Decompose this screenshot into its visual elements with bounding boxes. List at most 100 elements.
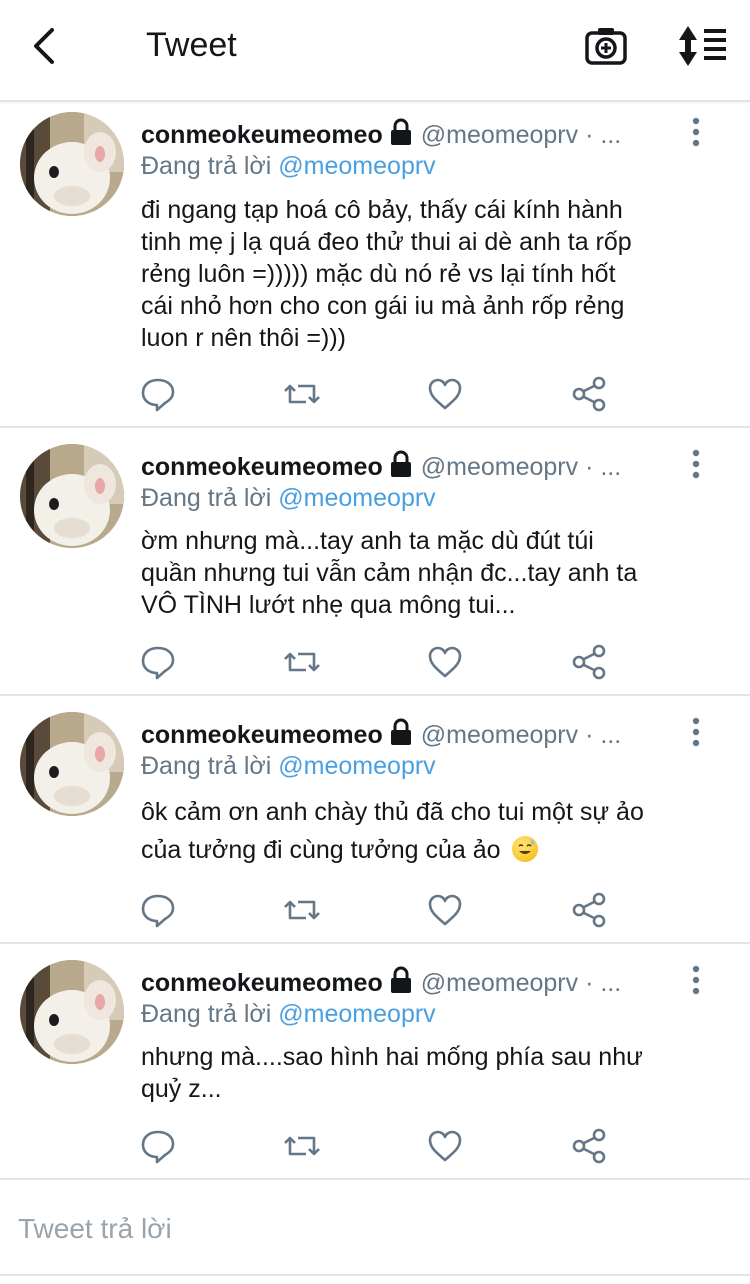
top-bar: Tweet [0, 0, 750, 102]
retweet-button[interactable] [282, 1126, 322, 1166]
like-button[interactable] [425, 374, 465, 414]
heart-icon [428, 894, 462, 926]
avatar[interactable] [20, 112, 124, 216]
share-button[interactable] [569, 1126, 609, 1166]
heart-icon [428, 1130, 462, 1162]
share-icon [572, 892, 606, 928]
tweet-actions [0, 642, 750, 682]
more-options-button[interactable] [684, 716, 708, 750]
tweet-text-line: của tưởng đi cùng tưởng của ảo [141, 836, 501, 864]
tweet-item[interactable]: conmeokeumeomeo @meomeoprv · ... Đang trả… [0, 696, 750, 944]
heart-icon [428, 378, 462, 410]
tweet-text-line: quần nhưng tui vẫn cảm nhận đc...tay anh… [141, 559, 638, 587]
tweet-text: ôk cảm ơn anh chày thủ đã cho tui một sự… [141, 793, 721, 869]
tweet-item[interactable]: conmeokeumeomeo @meomeoprv · ... Đang trả… [0, 944, 750, 1180]
retweet-icon [284, 1136, 320, 1156]
replying-to: Đang trả lời @meomeoprv [141, 752, 436, 781]
replying-to-label: Đang trả lời [141, 484, 272, 512]
reply-button[interactable] [138, 890, 178, 930]
lock-icon [390, 450, 411, 477]
tweet-actions [0, 1126, 750, 1166]
share-button[interactable] [569, 642, 609, 682]
like-button[interactable] [425, 642, 465, 682]
user-handle: @meomeoprv · ... [420, 453, 622, 481]
display-name[interactable]: conmeokeumeomeo [141, 721, 383, 749]
user-handle: @meomeoprv · ... [420, 969, 622, 997]
avatar[interactable] [20, 444, 124, 548]
replying-to-handle[interactable]: @meomeoprv [278, 1000, 435, 1028]
display-name[interactable]: conmeokeumeomeo [141, 453, 383, 481]
tweet-text: đi ngang tạp hoá cô bảy, thấy cái kính h… [141, 194, 721, 354]
like-button[interactable] [425, 890, 465, 930]
tweet-item[interactable]: conmeokeumeomeo @meomeoprv · ... Đang trả… [0, 102, 750, 428]
replying-to-label: Đang trả lời [141, 152, 272, 180]
replying-to-handle[interactable]: @meomeoprv [278, 752, 435, 780]
camera-icon [585, 28, 627, 65]
tweet-text: nhưng mà....sao hình hai mống phía sau n… [141, 1041, 721, 1105]
share-icon [572, 1128, 606, 1164]
reply-icon [141, 378, 175, 412]
more-vertical-icon [692, 965, 700, 995]
display-name[interactable]: conmeokeumeomeo [141, 969, 383, 997]
tweet-actions [0, 890, 750, 930]
retweet-button[interactable] [282, 374, 322, 414]
tweet-text-line: luon r nên thôi =))) [141, 324, 346, 352]
reply-icon [141, 1130, 175, 1164]
retweet-icon [284, 384, 320, 404]
reply-button[interactable] [138, 1126, 178, 1166]
tweet-item[interactable]: conmeokeumeomeo @meomeoprv · ... Đang trả… [0, 428, 750, 696]
user-handle: @meomeoprv · ... [420, 121, 622, 149]
reply-button[interactable] [138, 374, 178, 414]
more-options-button[interactable] [684, 448, 708, 482]
tweet-text-line-with-emoji: của tưởng đi cùng tưởng của ảo [141, 831, 721, 869]
tweet-actions [0, 374, 750, 414]
share-icon [572, 644, 606, 680]
page-title: Tweet [146, 26, 237, 64]
retweet-button[interactable] [282, 890, 322, 930]
chevron-left-icon [34, 28, 54, 64]
back-button[interactable] [26, 24, 66, 68]
tweet-text-line: nhưng mà....sao hình hai mống phía sau n… [141, 1043, 643, 1071]
retweet-icon [284, 652, 320, 672]
more-options-button[interactable] [684, 116, 708, 150]
replying-to-label: Đang trả lời [141, 1000, 272, 1028]
replying-to-handle[interactable]: @meomeoprv [278, 152, 435, 180]
tweet-text-line: ờm nhưng mà...tay anh ta mặc dù đút túi [141, 527, 594, 555]
sort-button[interactable] [676, 24, 728, 68]
more-options-button[interactable] [684, 964, 708, 998]
sweat-smile-emoji-icon [511, 836, 538, 862]
lock-icon [390, 718, 411, 745]
share-icon [572, 376, 606, 412]
reply-button[interactable] [138, 642, 178, 682]
more-vertical-icon [692, 117, 700, 147]
share-button[interactable] [569, 374, 609, 414]
tweet-text-line: ôk cảm ơn anh chày thủ đã cho tui một sự… [141, 798, 644, 826]
replying-to-handle[interactable]: @meomeoprv [278, 484, 435, 512]
more-vertical-icon [692, 449, 700, 479]
display-name[interactable]: conmeokeumeomeo [141, 121, 383, 149]
sort-list-icon [679, 26, 726, 66]
replying-to: Đang trả lời @meomeoprv [141, 1000, 436, 1029]
reply-icon [141, 894, 175, 928]
tweet-text-line: cái nhỏ hơn cho con gái iu mà ảnh rốp rẻ… [141, 292, 625, 320]
share-button[interactable] [569, 890, 609, 930]
avatar[interactable] [20, 712, 124, 816]
heart-icon [428, 646, 462, 678]
replying-to: Đang trả lời @meomeoprv [141, 484, 436, 513]
retweet-button[interactable] [282, 642, 322, 682]
reply-composer [0, 1180, 750, 1276]
more-vertical-icon [692, 717, 700, 747]
camera-button[interactable] [584, 24, 628, 68]
replying-to-label: Đang trả lời [141, 752, 272, 780]
replying-to: Đang trả lời @meomeoprv [141, 152, 436, 181]
avatar[interactable] [20, 960, 124, 1064]
lock-icon [390, 118, 411, 145]
tweet-text-line: VÔ TÌNH lướt nhẹ qua mông tui... [141, 591, 516, 619]
lock-icon [390, 966, 411, 993]
user-handle: @meomeoprv · ... [420, 721, 622, 749]
tweet-text-line: đi ngang tạp hoá cô bảy, thấy cái kính h… [141, 196, 623, 224]
retweet-icon [284, 900, 320, 920]
tweet-text-line: quỷ z... [141, 1075, 222, 1103]
like-button[interactable] [425, 1126, 465, 1166]
reply-input[interactable] [16, 1208, 720, 1250]
